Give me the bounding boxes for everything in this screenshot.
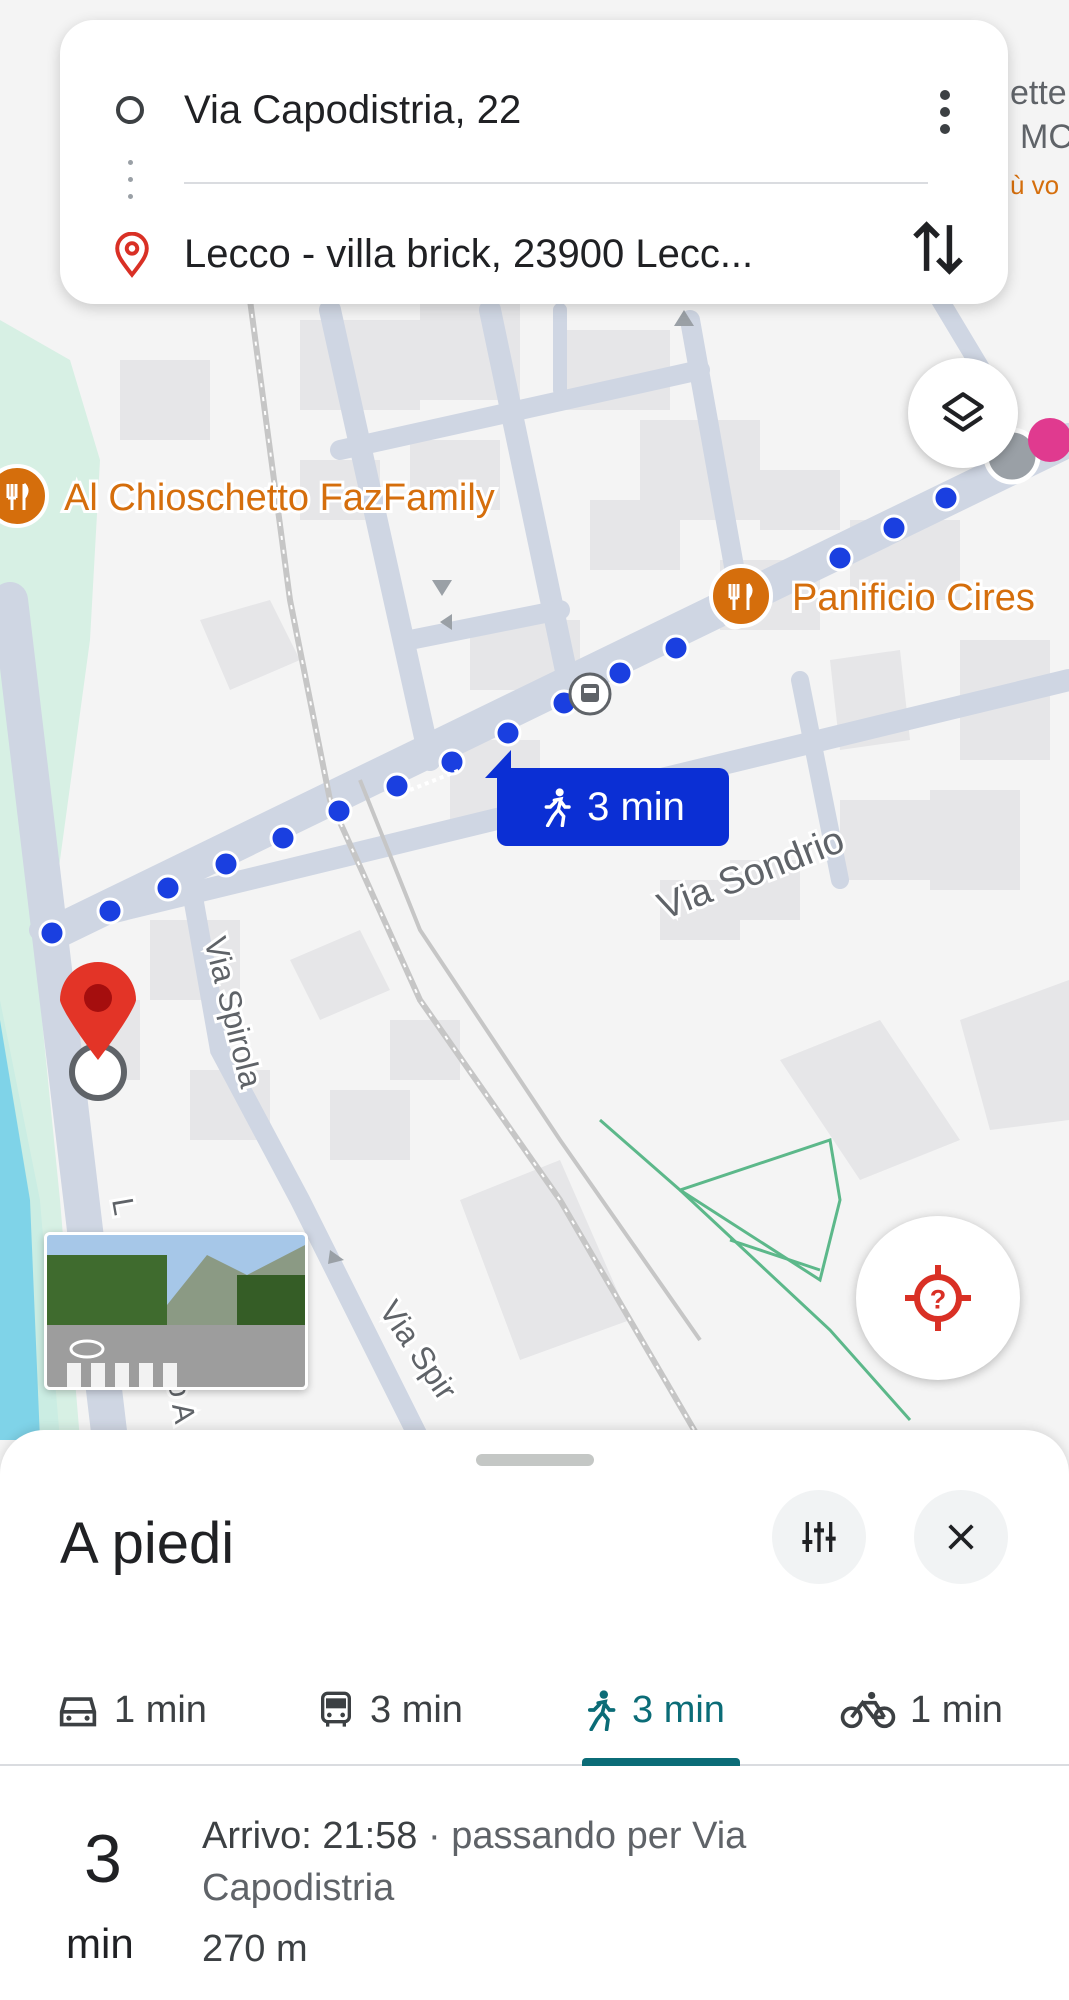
origin-field[interactable]: Via Capodistria, 22	[184, 88, 521, 133]
swap-directions-icon[interactable]	[908, 216, 968, 280]
more-options-icon[interactable]	[940, 90, 952, 134]
route-options-button[interactable]	[772, 1490, 866, 1584]
my-location-button[interactable]: ?	[856, 1216, 1020, 1380]
svg-text:?: ?	[930, 1285, 947, 1315]
walk-icon	[544, 788, 571, 827]
bus-stop-icon	[568, 672, 612, 716]
duration-unit: min	[66, 1920, 134, 1967]
connector-dots-icon	[128, 160, 134, 204]
sliders-icon	[802, 1522, 836, 1552]
car-icon	[59, 1697, 97, 1727]
layers-button[interactable]	[908, 358, 1018, 468]
poi-chioschetto-label: Al Chioschetto FazFamily	[64, 477, 495, 519]
route-bubble-label: 3 min	[587, 784, 685, 829]
travel-mode-tabs: 1 min 3 min 3 min 1 min	[0, 1652, 1069, 1768]
sheet-title: A piedi	[60, 1511, 235, 1576]
close-button[interactable]	[914, 1490, 1008, 1584]
close-icon	[948, 1524, 974, 1550]
tab-car[interactable]: 1 min	[56, 1652, 207, 1768]
tab-bike[interactable]: 1 min	[840, 1652, 1003, 1768]
location-unknown-icon: ?	[905, 1265, 971, 1331]
duration-value: 3	[84, 1821, 122, 1897]
corner-label-1: ette	[1010, 74, 1067, 112]
corner-label-2: MC	[1020, 118, 1069, 156]
layers-icon	[942, 392, 984, 432]
arrival-time: Arrivo: 21:58	[202, 1815, 418, 1857]
field-divider	[184, 182, 928, 184]
origin-circle-icon	[116, 96, 144, 124]
poi-panificio-label: Panificio Cires	[792, 577, 1035, 619]
corner-label-3: ù vo	[1010, 170, 1059, 200]
tab-transit[interactable]: 3 min	[316, 1652, 463, 1768]
route-duration-bubble[interactable]: 3 min	[485, 750, 729, 846]
tab-bike-label: 1 min	[910, 1688, 1003, 1731]
tab-transit-label: 3 min	[370, 1688, 463, 1731]
tabs-divider	[0, 1764, 1069, 1766]
bike-icon	[840, 1691, 896, 1729]
tab-walk-label: 3 min	[632, 1688, 725, 1731]
route-summary: Arrivo: 21:58 · passando per Via Capodis…	[202, 1810, 902, 1914]
directions-sheet: A piedi 1 min 3 min 3 min 1 min 3 min Ar…	[0, 1430, 1069, 2000]
walk-icon	[587, 1690, 616, 1731]
destination-pin-icon	[115, 232, 149, 278]
tab-walk[interactable]: 3 min	[584, 1652, 725, 1768]
sheet-handle[interactable]	[476, 1454, 594, 1466]
destination-field[interactable]: Lecco - villa brick, 23900 Lecc...	[184, 232, 753, 277]
route-distance: 270 m	[202, 1928, 308, 1970]
active-tab-indicator	[582, 1758, 740, 1766]
transit-icon	[321, 1691, 351, 1727]
directions-card: Via Capodistria, 22 Lecco - villa brick,…	[60, 20, 1008, 304]
street-view-thumbnail[interactable]	[44, 1232, 308, 1390]
tab-car-label: 1 min	[114, 1688, 207, 1731]
